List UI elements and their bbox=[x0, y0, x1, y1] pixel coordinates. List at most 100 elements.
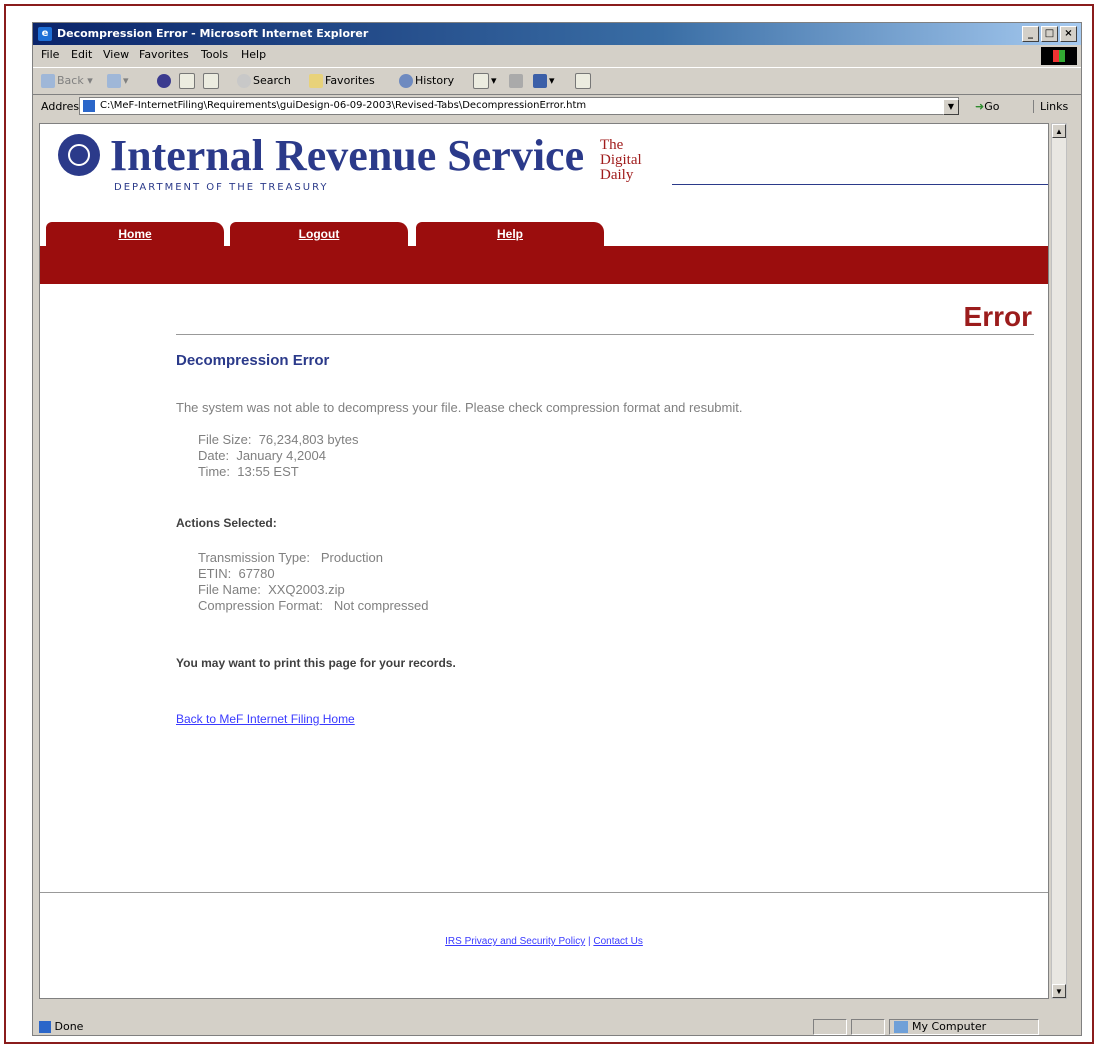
back-to-home-link[interactable]: Back to MeF Internet Filing Home bbox=[176, 712, 355, 726]
word-edit-icon bbox=[533, 74, 547, 88]
transmission-type-value: Production bbox=[320, 550, 383, 565]
print-button[interactable] bbox=[509, 73, 525, 89]
footer-divider bbox=[40, 892, 1048, 893]
discuss-button[interactable] bbox=[575, 73, 593, 89]
history-button[interactable]: History bbox=[399, 73, 454, 89]
menu-help[interactable]: Help bbox=[241, 45, 266, 65]
irs-eagle-logo-icon bbox=[58, 134, 100, 176]
date-label: Date: bbox=[198, 448, 230, 463]
back-arrow-icon bbox=[41, 74, 55, 88]
tab-home[interactable]: Home bbox=[46, 222, 224, 246]
favorites-icon bbox=[309, 74, 323, 88]
print-note: You may want to print this page for your… bbox=[176, 656, 456, 670]
time-row: Time: 13:55 EST bbox=[198, 464, 299, 479]
page-viewport: Internal Revenue Service DEPARTMENT OF T… bbox=[39, 123, 1049, 999]
address-bar: Address C:\MeF-InternetFiling\Requiremen… bbox=[33, 95, 1081, 119]
page-title: Error bbox=[963, 301, 1032, 332]
file-size-value: 76,234,803 bytes bbox=[258, 432, 359, 447]
agency-name: Internal Revenue Service bbox=[110, 131, 585, 180]
mail-icon bbox=[473, 73, 489, 89]
edit-button[interactable]: ▾ bbox=[533, 73, 555, 89]
compression-format-value: Not compressed bbox=[333, 598, 429, 613]
stop-button[interactable] bbox=[157, 73, 173, 89]
standard-toolbar: Back ▾ ▾ Search Favorites History ▾ ▾ bbox=[33, 67, 1081, 95]
windows-logo-icon bbox=[1041, 47, 1077, 65]
zone-segment: My Computer bbox=[889, 1019, 1039, 1035]
search-button[interactable]: Search bbox=[237, 73, 291, 89]
address-input[interactable]: C:\MeF-InternetFiling\Requirements\guiDe… bbox=[79, 97, 959, 115]
print-icon bbox=[509, 74, 523, 88]
search-icon bbox=[237, 74, 251, 88]
section-title: Decompression Error bbox=[176, 352, 330, 369]
status-segment bbox=[851, 1019, 885, 1035]
footer-separator: | bbox=[587, 936, 591, 947]
time-value: 13:55 EST bbox=[237, 464, 299, 479]
vertical-scrollbar[interactable]: ▲ ▼ bbox=[1051, 123, 1067, 999]
close-button[interactable]: × bbox=[1060, 26, 1077, 42]
nav-band bbox=[40, 246, 1048, 284]
forward-arrow-icon bbox=[107, 74, 121, 88]
etin-row: ETIN: 67780 bbox=[198, 566, 275, 581]
home-button[interactable] bbox=[203, 73, 221, 89]
time-label: Time: bbox=[198, 464, 231, 479]
privacy-policy-link[interactable]: IRS Privacy and Security Policy bbox=[445, 936, 585, 947]
menu-view[interactable]: View bbox=[103, 45, 129, 65]
forward-button[interactable]: ▾ bbox=[107, 73, 129, 89]
zone-text: My Computer bbox=[912, 1020, 987, 1033]
date-value: January 4,2004 bbox=[236, 448, 326, 463]
footer: IRS Privacy and Security Policy | Contac… bbox=[40, 936, 1048, 947]
menu-bar: File Edit View Favorites Tools Help bbox=[33, 45, 1081, 65]
internet-explorer-icon: e bbox=[38, 27, 52, 41]
browser-window: e Decompression Error - Microsoft Intern… bbox=[32, 22, 1082, 1036]
window-title: Decompression Error - Microsoft Internet… bbox=[57, 27, 369, 40]
go-arrow-icon: ➜ bbox=[975, 100, 985, 113]
refresh-icon bbox=[179, 73, 195, 89]
menu-favorites[interactable]: Favorites bbox=[139, 45, 189, 65]
home-icon bbox=[203, 73, 219, 89]
go-button[interactable]: ➜Go bbox=[975, 100, 999, 113]
tab-help[interactable]: Help bbox=[416, 222, 604, 246]
nav-tabs: Home Logout Help bbox=[40, 222, 1048, 246]
ie-status-icon bbox=[39, 1021, 51, 1033]
title-bar: e Decompression Error - Microsoft Intern… bbox=[33, 23, 1081, 45]
address-url: C:\MeF-InternetFiling\Requirements\guiDe… bbox=[100, 100, 587, 111]
status-segment bbox=[813, 1019, 847, 1035]
error-message: The system was not able to decompress yo… bbox=[176, 400, 743, 415]
actions-title: Actions Selected: bbox=[176, 516, 277, 530]
file-name-value: XXQ2003.zip bbox=[268, 582, 345, 597]
menu-tools[interactable]: Tools bbox=[201, 45, 228, 65]
scroll-down-arrow-icon[interactable]: ▼ bbox=[1052, 984, 1066, 998]
links-button[interactable]: Links bbox=[1033, 100, 1068, 113]
scroll-up-arrow-icon[interactable]: ▲ bbox=[1052, 124, 1066, 138]
transmission-type-row: Transmission Type: Production bbox=[198, 550, 383, 565]
compression-format-label: Compression Format: bbox=[198, 598, 323, 613]
file-size-row: File Size: 76,234,803 bytes bbox=[198, 432, 358, 447]
maximize-button[interactable]: □ bbox=[1041, 26, 1058, 42]
status-text: Done bbox=[39, 1020, 83, 1033]
stop-icon bbox=[157, 74, 171, 88]
favorites-button[interactable]: Favorites bbox=[309, 73, 375, 89]
mail-button[interactable]: ▾ bbox=[473, 73, 497, 89]
file-size-label: File Size: bbox=[198, 432, 252, 447]
date-row: Date: January 4,2004 bbox=[198, 448, 326, 463]
compression-format-row: Compression Format: Not compressed bbox=[198, 598, 428, 613]
file-name-row: File Name: XXQ2003.zip bbox=[198, 582, 345, 597]
history-icon bbox=[399, 74, 413, 88]
tab-logout[interactable]: Logout bbox=[230, 222, 408, 246]
transmission-type-label: Transmission Type: bbox=[198, 550, 310, 565]
contact-us-link[interactable]: Contact Us bbox=[593, 936, 642, 947]
page-icon bbox=[83, 100, 95, 112]
window-controls: _ □ × bbox=[1022, 26, 1077, 42]
header-divider bbox=[672, 184, 1048, 185]
file-name-label: File Name: bbox=[198, 582, 261, 597]
computer-icon bbox=[894, 1021, 908, 1033]
etin-label: ETIN: bbox=[198, 566, 232, 581]
minimize-button[interactable]: _ bbox=[1022, 26, 1039, 42]
menu-edit[interactable]: Edit bbox=[71, 45, 92, 65]
discuss-icon bbox=[575, 73, 591, 89]
menu-file[interactable]: File bbox=[41, 45, 59, 65]
back-button[interactable]: Back ▾ bbox=[41, 73, 93, 89]
refresh-button[interactable] bbox=[179, 73, 197, 89]
address-dropdown-button[interactable]: ▼ bbox=[943, 99, 959, 115]
title-divider bbox=[176, 334, 1034, 335]
